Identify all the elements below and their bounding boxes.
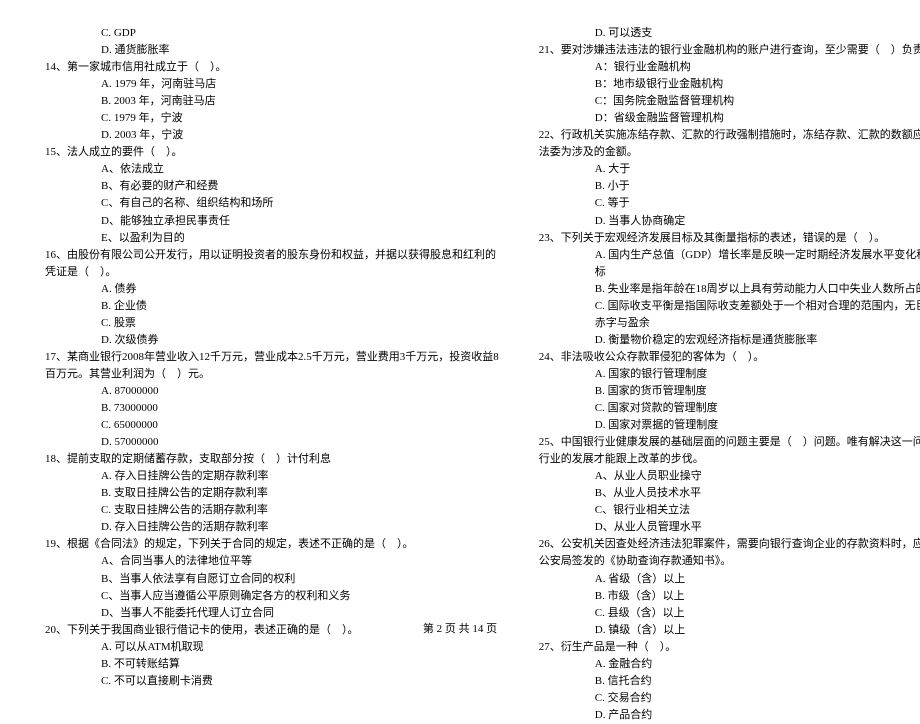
option-text: A. 1979 年，河南驻马店 [101,76,499,93]
option-text: A：银行业金融机构 [595,59,920,76]
option-text: C. 不可以直接刷卡消费 [101,673,499,690]
option-text: D. 国家对票据的管理制度 [595,417,920,434]
question-18: 18、提前支取的定期储蓄存款，支取部分按（ ）计付利息 [45,451,499,468]
option-text: B. 国家的货币管理制度 [595,383,920,400]
option-text: D. 当事人协商确定 [595,213,920,230]
option-text: A. 可以从ATM机取现 [101,639,499,656]
option-text: D. 2003 年，宁波 [101,127,499,144]
option-text: A. 国家的银行管理制度 [595,366,920,383]
right-column: D. 可以透支 21、要对涉嫌违法违法的银行业金融机构的账户进行查询，至少需要（… [539,25,920,724]
option-text: D. 57000000 [101,434,499,451]
option-text: B. 73000000 [101,400,499,417]
question-19: 19、根据《合同法》的规定，下列关于合同的规定，表述不正确的是（ ）。 [45,536,499,553]
option-text: C、银行业相关立法 [595,502,920,519]
question-17: 17、某商业银行2008年营业收入12千万元，营业成本2.5千万元，营业费用3千… [45,349,499,366]
option-text: C. 等于 [595,195,920,212]
left-column: C. GDP D. 通货膨胀率 14、第一家城市信用社成立于（ ）。 A. 19… [45,25,499,724]
option-text: D. 存入日挂牌公告的活期存款利率 [101,519,499,536]
question-21: 21、要对涉嫌违法违法的银行业金融机构的账户进行查询，至少需要（ ）负责人的批准… [539,42,920,59]
option-text: B、从业人员技术水平 [595,485,920,502]
question-27: 27、衍生产品是一种（ ）。 [539,639,920,656]
option-text: E、以盈利为目的 [101,230,499,247]
option-text: A、合同当事人的法律地位平等 [101,553,499,570]
option-text: B：地市级银行业金融机构 [595,76,920,93]
option-text: B、当事人依法享有自愿订立合同的权利 [101,571,499,588]
option-text: C. 1979 年，宁波 [101,110,499,127]
option-text: A. 87000000 [101,383,499,400]
option-text: C：国务院金融监督管理机构 [595,93,920,110]
option-text: A. 债券 [101,281,499,298]
option-text: B. 不可转账结算 [101,656,499,673]
question-24: 24、非法吸收公众存款罪侵犯的客体为（ ）。 [539,349,920,366]
option-text: B. 小于 [595,178,920,195]
question-16: 16、由股份有限公司公开发行，用以证明投资者的股东身份和权益，并据以获得股息和红… [45,247,499,264]
option-text: C. GDP [101,25,499,42]
question-25: 25、中国银行业健康发展的基础层面的问题主要是（ ）问题。唯有解决这一问题，我国… [539,434,920,451]
option-text: A、依法成立 [101,161,499,178]
option-text: C. 股票 [101,315,499,332]
question-22: 22、行政机关实施冻结存款、汇款的行政强制措施时，冻结存款、汇款的数额应当（ ）… [539,127,920,144]
option-text: B. 市级（含）以上 [595,588,920,605]
question-25-cont: 行业的发展才能跟上改革的步伐。 [539,451,920,468]
option-text: D. 通货膨胀率 [101,42,499,59]
question-14: 14、第一家城市信用社成立于（ ）。 [45,59,499,76]
option-text: D：省级金融监督管理机构 [595,110,920,127]
question-17-cont: 百万元。其营业利润为（ ）元。 [45,366,499,383]
option-text: A. 金融合约 [595,656,920,673]
option-text: D. 可以透支 [595,25,920,42]
option-text: B. 支取日挂牌公告的定期存款利率 [101,485,499,502]
option-text: B. 企业债 [101,298,499,315]
option-text: A、从业人员职业操守 [595,468,920,485]
option-text: B、有必要的财产和经费 [101,178,499,195]
option-text: B. 信托合约 [595,673,920,690]
option-text: B. 2003 年，河南驻马店 [101,93,499,110]
question-15: 15、法人成立的要件（ ）。 [45,144,499,161]
option-text: A. 存入日挂牌公告的定期存款利率 [101,468,499,485]
option-text: C. 65000000 [101,417,499,434]
option-text: C. 交易合约 [595,690,920,707]
question-23: 23、下列关于宏观经济发展目标及其衡量指标的表述，错误的是（ ）。 [539,230,920,247]
option-text: A. 大于 [595,161,920,178]
option-text: C. 国际收支平衡是指国际收支差额处于一个相对合理的范围内，无巨额国际收支赤字与… [595,298,920,332]
option-text: B. 失业率是指年龄在18周岁以上具有劳动能力人口中失业人数所占的百分比 [595,281,920,298]
question-26-cont: 公安局签发的《协助查询存款通知书》。 [539,553,920,570]
option-text: D、从业人员管理水平 [595,519,920,536]
option-text: A. 省级（含）以上 [595,571,920,588]
question-22-cont: 法委为涉及的金额。 [539,144,920,161]
option-text: A. 国内生产总值（GDP）增长率是反映一定时期经济发展水平变化程度的动态指标 [595,247,920,281]
option-text: D. 衡量物价稳定的宏观经济指标是通货膨胀率 [595,332,920,349]
question-16-cont: 凭证是（ ）。 [45,264,499,281]
option-text: C. 县级（含）以上 [595,605,920,622]
option-text: D. 次级债券 [101,332,499,349]
question-26: 26、公安机关因查处经济违法犯罪案件，需要向银行查询企业的存款资料时，应当出具（… [539,536,920,553]
page-footer: 第 2 页 共 14 页 [0,621,920,638]
option-text: C. 支取日挂牌公告的活期存款利率 [101,502,499,519]
option-text: C、有自己的名称、组织结构和场所 [101,195,499,212]
option-text: D、当事人不能委托代理人订立合同 [101,605,499,622]
option-text: D. 产品合约 [595,707,920,724]
option-text: C. 国家对贷款的管理制度 [595,400,920,417]
option-text: C、当事人应当遵循公平原则确定各方的权利和义务 [101,588,499,605]
option-text: D、能够独立承担民事责任 [101,213,499,230]
